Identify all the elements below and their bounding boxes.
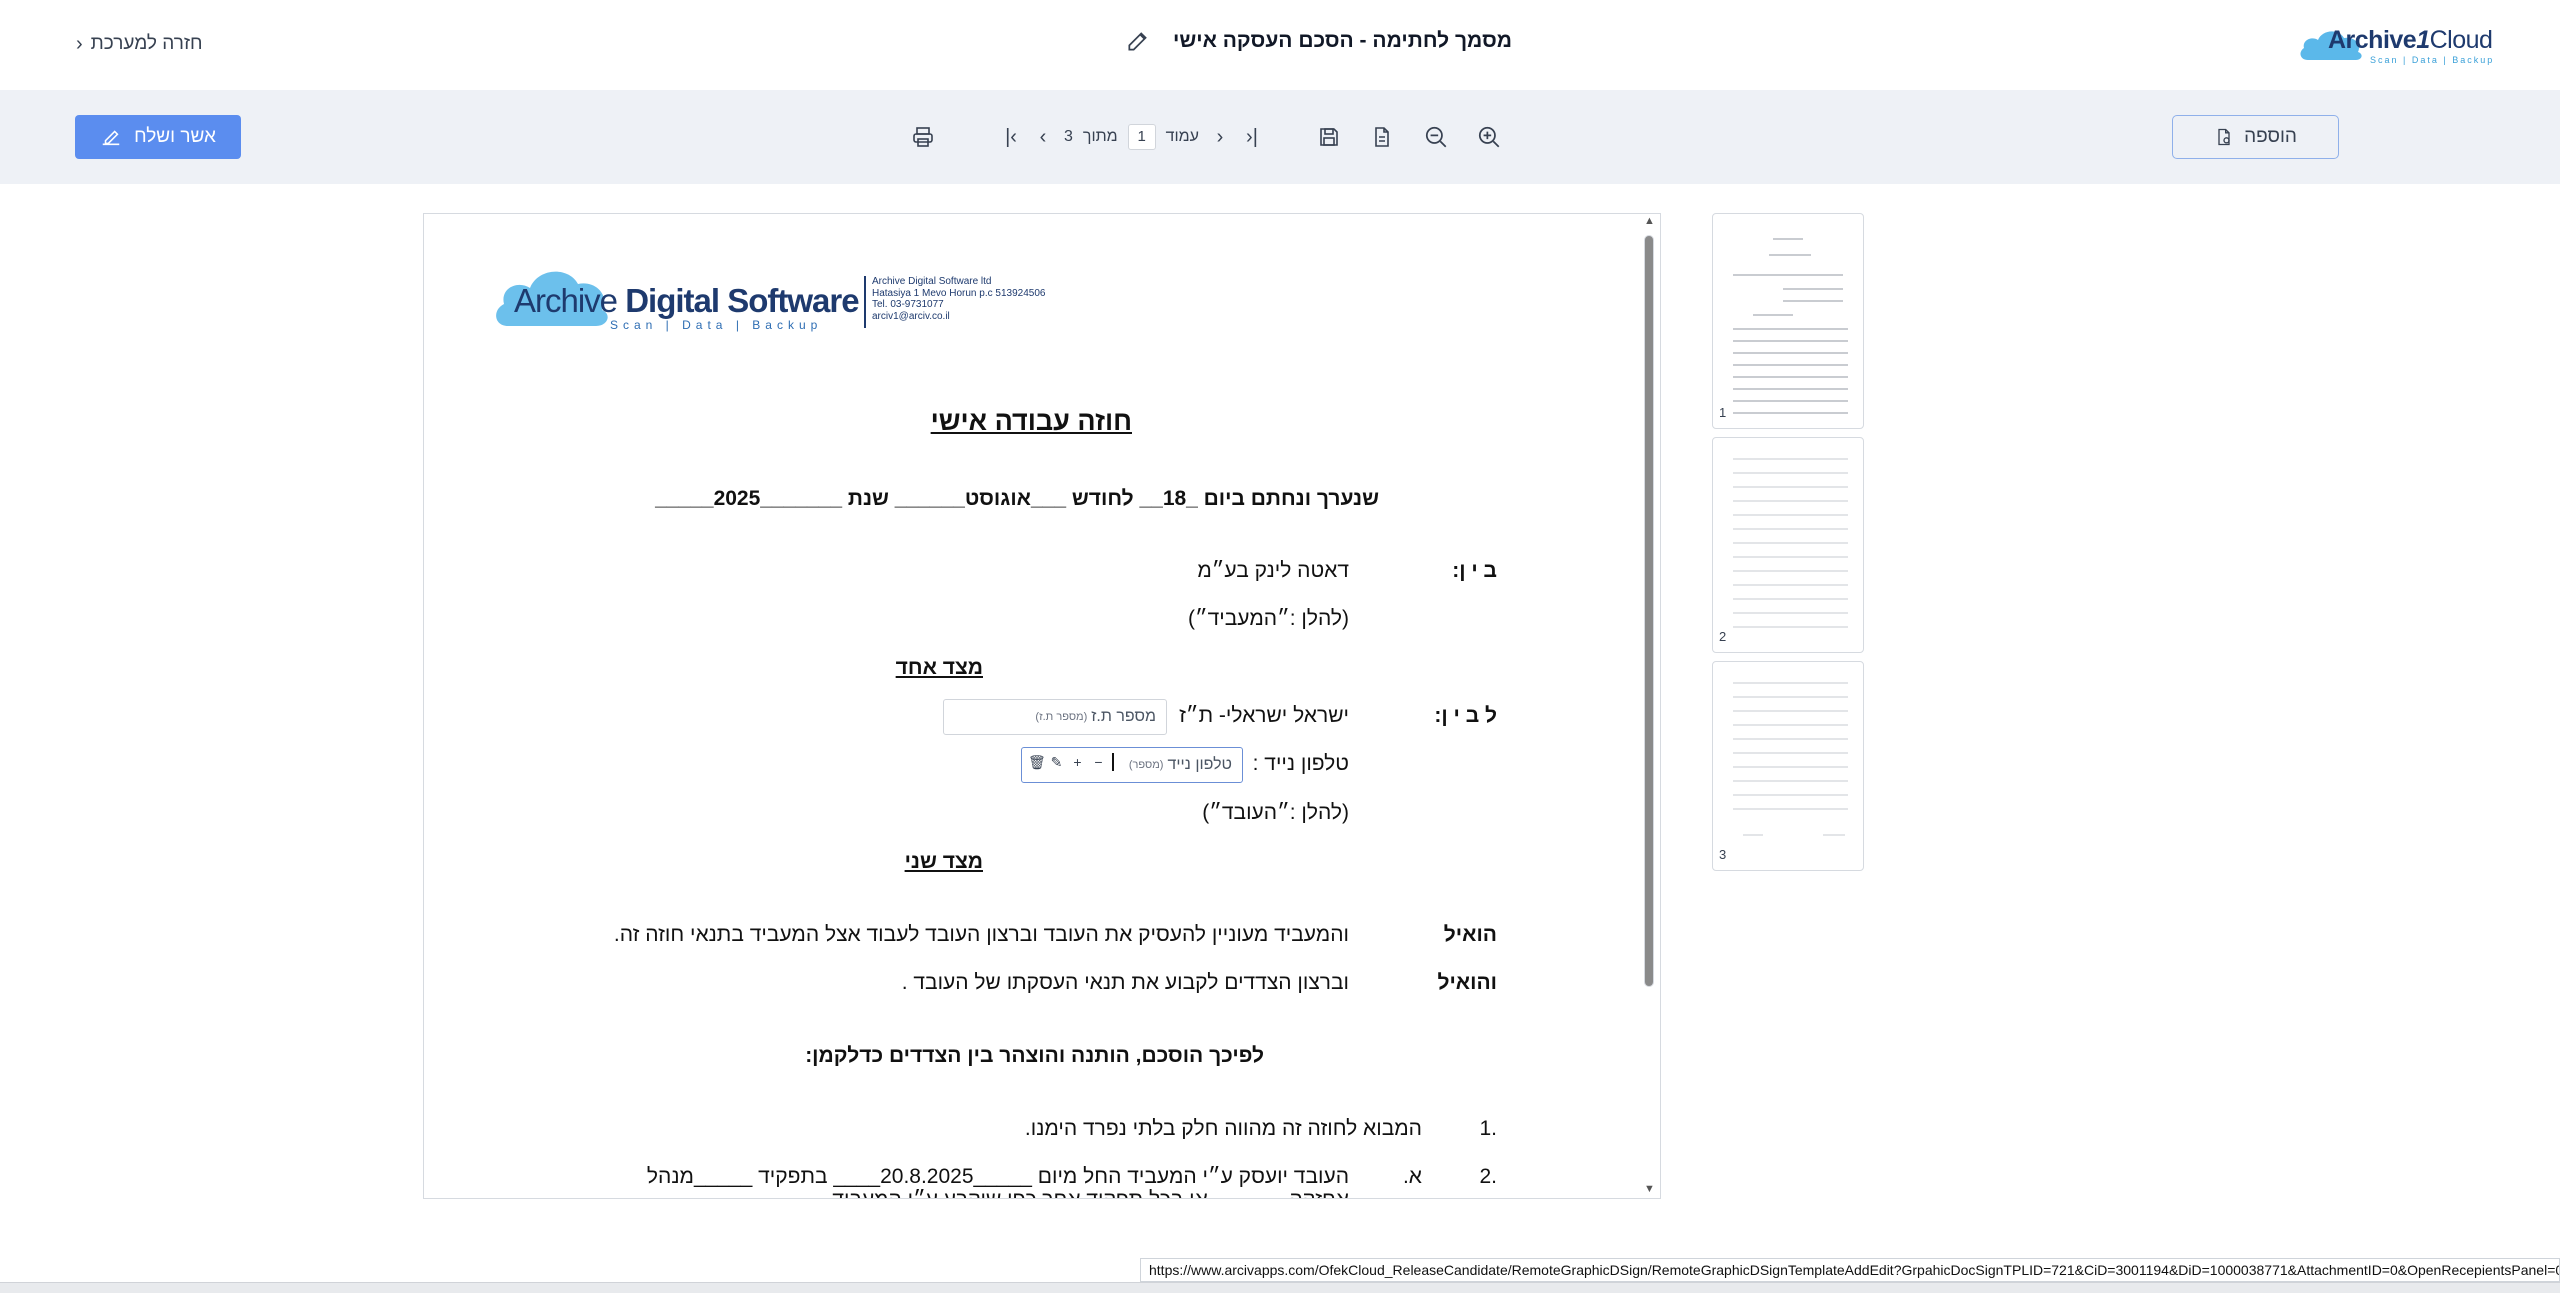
document-viewer[interactable]: Archive Digital Software Scan | Data | B… [423,213,1661,1199]
scroll-down-icon[interactable]: ▼ [1644,1183,1655,1195]
clause-2-text: העובד יועסק ע״י המעביד החל מיום _____20.… [646,1165,1349,1188]
employee-alias: (להלן :״העובד״) [1202,801,1349,824]
page-navigator: |‹ ‹ 3 מתוך 1 עמוד › ›| [1000,120,1263,154]
clause-2-continuation: אחזקה ______ או בכל תפקיד אחר כפי שיקבע … [832,1188,1349,1198]
plus-icon[interactable]: + [1070,754,1085,770]
sign-pen-icon [102,130,120,146]
document-page: Archive Digital Software Scan | Data | B… [424,214,1660,1198]
back-label: חזרה למערכת [90,33,203,54]
add-button[interactable]: הוספה [2172,115,2339,159]
scrollbar-thumb[interactable] [1644,235,1654,987]
clause-1-text: המבוא לחוזה זה מהווה חלק בלתי נפרד הימנו… [1024,1117,1422,1140]
page-number-input[interactable]: 1 [1127,124,1156,150]
employer-alias: (להלן :״המעביד״) [1188,607,1349,630]
letterhead-contact: Archive Digital Software ltd Hatasiya 1 … [872,276,1046,322]
document-title: מסמך לחתימה - הסכם העסקה אישי [1125,28,1512,54]
company-letterhead: Archive Digital Software Scan | Data | B… [492,264,1045,334]
and-whereas-label: והואיל [1437,971,1497,994]
contract-title: חוזה עבודה אישי [930,406,1132,436]
add-label: הוספה [2244,126,2297,147]
pencil-icon[interactable]: ✎ [1049,754,1064,771]
id-number-field[interactable]: מספר ת.ז (מספר ת.ז) [943,699,1167,735]
approve-label: אשר ושלח [134,126,216,147]
next-page-icon[interactable]: › [1209,126,1231,148]
edit-title-icon[interactable] [1125,28,1151,54]
chevron-left-icon: ‹ [76,32,83,55]
print-icon[interactable] [910,124,936,150]
thumbnail-number: 3 [1719,847,1727,862]
document-icon[interactable] [1369,124,1395,150]
field-toolbar: 🗑 ✎ + − [1028,753,1114,771]
save-icon[interactable] [1316,124,1342,150]
page-label: עמוד [1165,128,1199,145]
thumbnail-number: 1 [1719,405,1727,420]
link-status-url: https://www.arcivapps.com/OfekCloud_Rele… [1140,1258,2560,1282]
page-total: 3 [1064,128,1073,145]
side-one-label: מצד אחד [895,656,983,679]
between-label: ב י ן: [1452,559,1497,582]
employer-name: דאטה לינק בע״מ [1197,559,1349,582]
trash-icon[interactable]: 🗑 [1028,754,1046,771]
zoom-in-icon[interactable] [1476,124,1502,150]
clause-1-number: .1 [1479,1117,1497,1140]
and-whereas-text: וברצון הצדדים לקבוע את תנאי העסקתו של הע… [901,971,1349,994]
scroll-up-icon[interactable]: ▲ [1644,215,1655,227]
text-cursor [1112,753,1114,771]
phone-field[interactable]: טלפון נייד (מספר) 🗑 ✎ + − [1021,747,1243,783]
and-between-label: ל ב י ן: [1434,704,1497,727]
brand-name: Archive1Cloud [2328,26,2493,54]
clause-2-sub: א. [1402,1165,1422,1188]
letterhead-tagline: Scan | Data | Backup [610,318,823,332]
therefore-line: לפיכך הוסכם, הותנה והוצהר בין הצדדים כדל… [805,1044,1264,1067]
brand-logo: Archive1Cloud Scan | Data | Backup [2298,22,2493,66]
thumbnail-number: 2 [1719,629,1727,644]
back-to-system-link[interactable]: חזרה למערכת ‹ [76,30,203,58]
page-of-label: מתוך [1082,128,1118,145]
clause-2-number: .2 [1479,1165,1497,1188]
taskbar-strip [0,1282,2560,1293]
last-page-icon[interactable]: ›| [1241,126,1263,148]
document-toolbar: אשר ושלח |‹ ‹ 3 מתוך 1 עמוד › ›| הוספה [0,90,2560,184]
side-two-label: מצד שני [904,850,983,873]
letterhead-name: Archive Digital Software [514,282,860,319]
page-thumbnail-2[interactable]: 2 [1712,437,1864,653]
brand-tagline: Scan | Data | Backup [2370,55,2495,65]
whereas-text: והמעביד מעוניין להעסיק את העובד וברצון ה… [613,923,1349,946]
page-thumbnail-1[interactable]: 1 [1712,213,1864,429]
phone-label: טלפון נייד : [1252,752,1349,775]
add-file-icon [2218,128,2230,146]
zoom-out-icon[interactable] [1423,124,1449,150]
page-thumbnail-3[interactable]: 3 [1712,661,1864,871]
whereas-label: הואיל [1443,923,1497,946]
letterhead-divider [864,276,866,328]
first-page-icon[interactable]: |‹ [1000,126,1022,148]
viewer-scrollbar[interactable]: ▲ ▼ [1642,213,1656,1199]
prev-page-icon[interactable]: ‹ [1032,126,1054,148]
approve-and-send-button[interactable]: אשר ושלח [75,115,241,159]
top-header: חזרה למערכת ‹ מסמך לחתימה - הסכם העסקה א… [0,0,2560,90]
employee-name: ישראל ישראלי- ת״ז [1179,704,1349,727]
document-title-text: מסמך לחתימה - הסכם העסקה אישי [1173,29,1512,52]
minus-icon[interactable]: − [1091,754,1106,770]
date-line: שנערך ונחתם ביום _18__ לחודש ___אוגוסט__… [655,487,1379,510]
